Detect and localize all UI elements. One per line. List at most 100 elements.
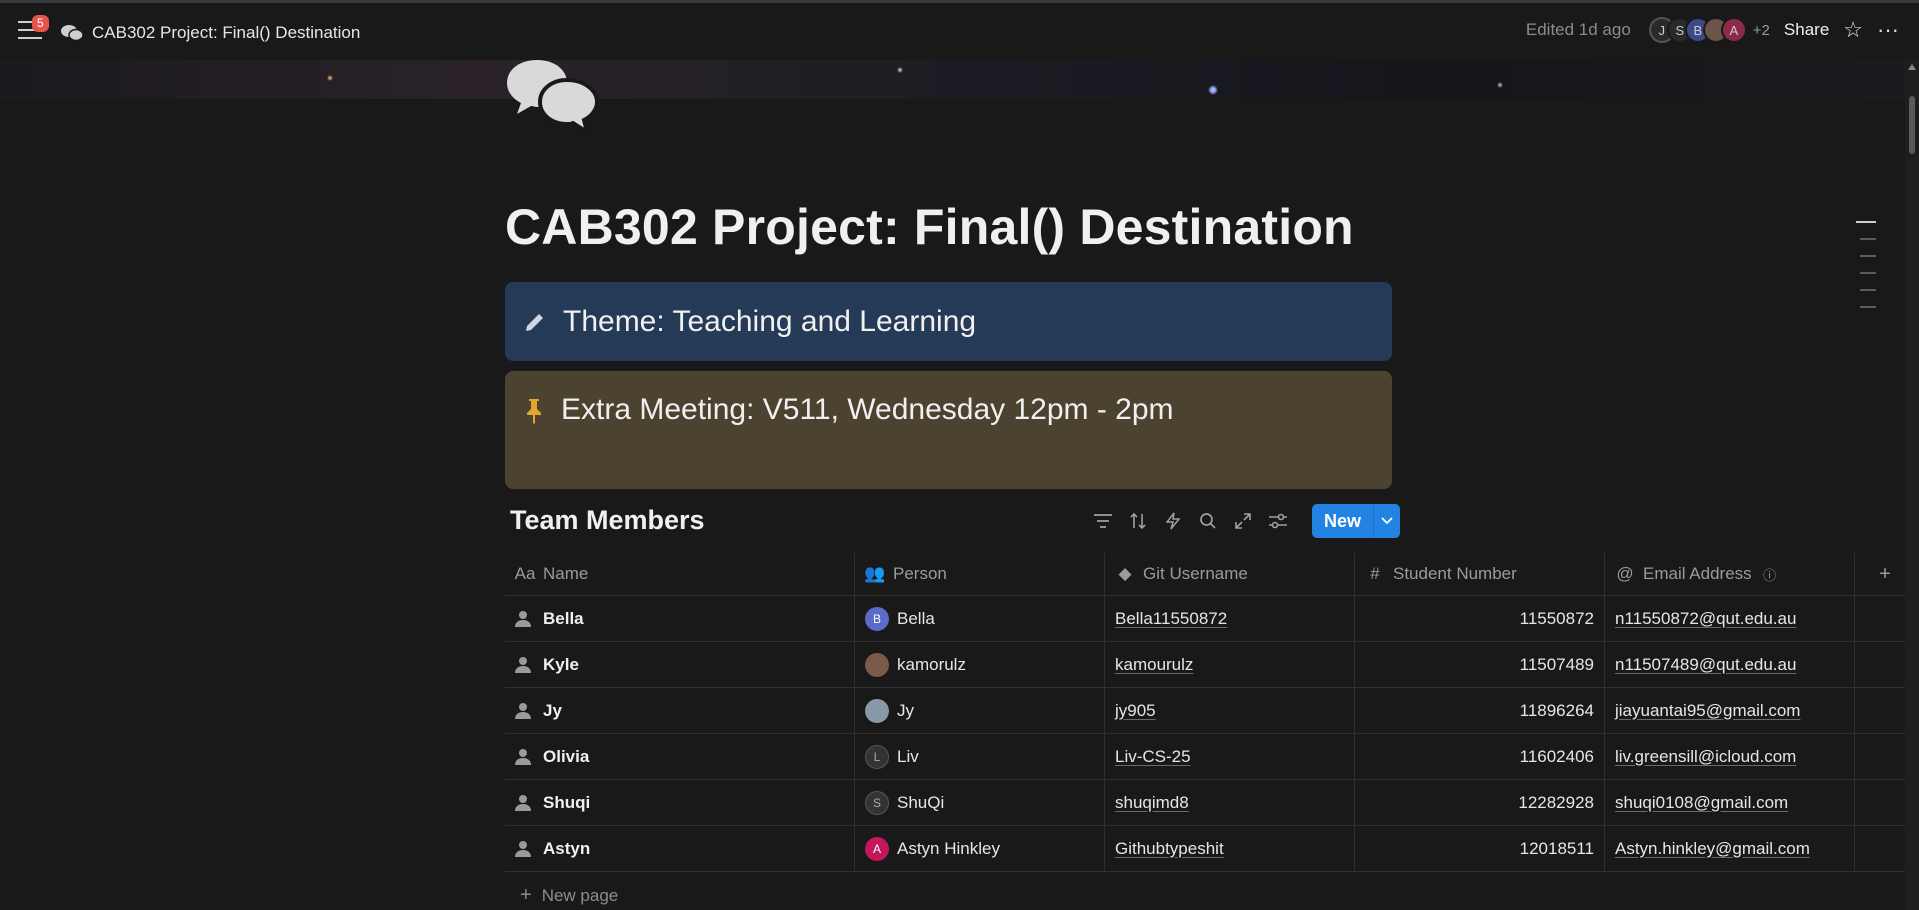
select-diamond-icon: ◆ bbox=[1118, 564, 1132, 583]
extra-collaborators-count[interactable]: +2 bbox=[1753, 22, 1770, 39]
column-header-git-username[interactable]: ◆ Git Username bbox=[1104, 553, 1355, 596]
callout-theme[interactable]: Theme: Teaching and Learning bbox=[505, 282, 1392, 361]
chat-bubbles-icon[interactable] bbox=[505, 56, 605, 136]
student-number-cell[interactable]: 12282928 bbox=[1354, 779, 1605, 826]
git-username-cell[interactable]: kamourulz bbox=[1104, 641, 1355, 688]
breadcrumb[interactable]: CAB302 Project: Final() Destination bbox=[60, 23, 360, 43]
column-header-name[interactable]: Aa Name bbox=[505, 553, 855, 596]
scroll-up-arrow[interactable] bbox=[1908, 64, 1916, 70]
email-cell[interactable]: liv.greensill@icloud.com bbox=[1604, 733, 1855, 780]
column-header-student-number[interactable]: # Student Number bbox=[1354, 553, 1605, 596]
git-username-cell[interactable]: Githubtypeshit bbox=[1104, 825, 1355, 872]
search-icon[interactable] bbox=[1197, 511, 1218, 532]
database-title[interactable]: Team Members bbox=[510, 505, 705, 536]
table-row[interactable]: Bella B Bella Bella11550872 11550872 n11… bbox=[505, 595, 1915, 642]
people-icon: 👥 bbox=[864, 564, 886, 583]
person-icon bbox=[515, 702, 531, 719]
page-title[interactable]: CAB302 Project: Final() Destination bbox=[505, 198, 1354, 256]
collaborator-avatars[interactable]: J S B A +2 bbox=[1648, 17, 1770, 43]
breadcrumb-title[interactable]: CAB302 Project: Final() Destination bbox=[92, 23, 360, 43]
name-cell[interactable]: Olivia bbox=[505, 733, 855, 780]
sort-icon[interactable] bbox=[1127, 511, 1148, 532]
avatar[interactable] bbox=[865, 652, 889, 677]
student-number-cell[interactable]: 11507489 bbox=[1354, 641, 1605, 688]
person-icon bbox=[515, 610, 531, 627]
settings-sliders-icon[interactable] bbox=[1267, 511, 1288, 532]
email-cell[interactable]: n11507489@qut.edu.au bbox=[1604, 641, 1855, 688]
avatar[interactable] bbox=[865, 698, 889, 723]
expand-icon[interactable] bbox=[1232, 511, 1253, 532]
new-page-label: New page bbox=[541, 885, 619, 905]
filter-icon[interactable] bbox=[1092, 511, 1113, 532]
share-button[interactable]: Share bbox=[1784, 20, 1829, 40]
table-row[interactable]: Kyle kamorulz kamourulz 11507489 n115074… bbox=[505, 641, 1915, 688]
email-cell[interactable]: Astyn.hinkley@gmail.com bbox=[1604, 825, 1855, 872]
scrollbar[interactable] bbox=[1905, 60, 1919, 910]
person-icon bbox=[515, 794, 531, 811]
person-cell[interactable]: Jy bbox=[854, 687, 1105, 734]
new-entry-button[interactable]: New bbox=[1312, 504, 1374, 538]
notification-badge: 5 bbox=[32, 15, 49, 32]
callout-meeting[interactable]: Extra Meeting: V511, Wednesday 12pm - 2p… bbox=[505, 371, 1392, 489]
avatar[interactable]: A bbox=[1720, 17, 1747, 43]
callout-text[interactable]: Theme: Teaching and Learning bbox=[563, 305, 976, 339]
pin-icon bbox=[527, 399, 541, 424]
student-number-cell[interactable]: 12018511 bbox=[1354, 825, 1605, 872]
more-options-button[interactable]: ··· bbox=[1877, 17, 1899, 43]
name-cell[interactable]: Shuqi bbox=[505, 779, 855, 826]
plus-icon: + bbox=[1879, 562, 1891, 585]
person-icon bbox=[515, 748, 531, 765]
table-of-contents-indicator[interactable] bbox=[1856, 221, 1876, 323]
person-cell[interactable]: L Liv bbox=[854, 733, 1105, 780]
database-toolbar: New bbox=[1092, 504, 1401, 538]
column-header-email[interactable]: @ Email Address ⓘ bbox=[1604, 553, 1855, 596]
student-number-cell[interactable]: 11896264 bbox=[1354, 687, 1605, 734]
email-cell[interactable]: shuqi0108@gmail.com bbox=[1604, 779, 1855, 826]
star-icon[interactable]: ☆ bbox=[1843, 17, 1863, 43]
name-cell[interactable]: Bella bbox=[505, 595, 855, 642]
person-cell[interactable]: A Astyn Hinkley bbox=[854, 825, 1105, 872]
page-cover-image[interactable] bbox=[0, 60, 1905, 99]
table-row[interactable]: Shuqi S ShuQi shuqimd8 12282928 shuqi010… bbox=[505, 779, 1915, 826]
table-row[interactable]: Jy Jy jy905 11896264 jiayuantai95@gmail.… bbox=[505, 687, 1915, 734]
git-username-cell[interactable]: Bella11550872 bbox=[1104, 595, 1355, 642]
at-sign-icon: @ bbox=[1616, 564, 1634, 583]
column-header-person[interactable]: 👥 Person bbox=[854, 553, 1105, 596]
plus-icon: + bbox=[520, 884, 532, 906]
info-icon[interactable]: ⓘ bbox=[1760, 565, 1780, 584]
team-members-table: Aa Name 👥 Person ◆ Git Username # Student Nu… bbox=[505, 553, 1915, 872]
callout-text[interactable]: Extra Meeting: V511, Wednesday 12pm - 2p… bbox=[561, 393, 1174, 427]
automation-lightning-icon[interactable] bbox=[1162, 511, 1183, 532]
chat-bubbles-icon bbox=[61, 25, 84, 42]
table-row[interactable]: Astyn A Astyn Hinkley Githubtypeshit 120… bbox=[505, 825, 1915, 872]
email-cell[interactable]: jiayuantai95@gmail.com bbox=[1604, 687, 1855, 734]
person-icon bbox=[515, 840, 531, 857]
avatar[interactable]: S bbox=[865, 790, 889, 815]
name-cell[interactable]: Kyle bbox=[505, 641, 855, 688]
new-page-button[interactable]: + New page bbox=[520, 884, 618, 907]
avatar[interactable]: L bbox=[865, 744, 889, 769]
person-cell[interactable]: S ShuQi bbox=[854, 779, 1105, 826]
text-property-icon: Aa bbox=[514, 564, 536, 583]
name-cell[interactable]: Astyn bbox=[505, 825, 855, 872]
person-cell[interactable]: B Bella bbox=[854, 595, 1105, 642]
student-number-cell[interactable]: 11550872 bbox=[1354, 595, 1605, 642]
avatar[interactable]: B bbox=[865, 606, 889, 631]
scrollbar-thumb[interactable] bbox=[1909, 96, 1915, 154]
email-cell[interactable]: n11550872@qut.edu.au bbox=[1604, 595, 1855, 642]
number-icon: # bbox=[1370, 564, 1380, 583]
name-cell[interactable]: Jy bbox=[505, 687, 855, 734]
student-number-cell[interactable]: 11602406 bbox=[1354, 733, 1605, 780]
person-cell[interactable]: kamorulz bbox=[854, 641, 1105, 688]
top-bar: 5 CAB302 Project: Final() Destination Ed… bbox=[0, 0, 1919, 60]
avatar[interactable]: A bbox=[865, 836, 889, 861]
pencil-icon bbox=[526, 313, 543, 331]
chevron-down-icon[interactable] bbox=[1373, 504, 1401, 538]
git-username-cell[interactable]: shuqimd8 bbox=[1104, 779, 1355, 826]
git-username-cell[interactable]: jy905 bbox=[1104, 687, 1355, 734]
table-row[interactable]: Olivia L Liv Liv-CS-25 11602406 liv.gree… bbox=[505, 733, 1915, 780]
table-header-row: Aa Name 👥 Person ◆ Git Username # Student Nu… bbox=[505, 553, 1915, 596]
person-icon bbox=[515, 656, 531, 673]
edited-status: Edited 1d ago bbox=[1525, 20, 1631, 39]
git-username-cell[interactable]: Liv-CS-25 bbox=[1104, 733, 1355, 780]
